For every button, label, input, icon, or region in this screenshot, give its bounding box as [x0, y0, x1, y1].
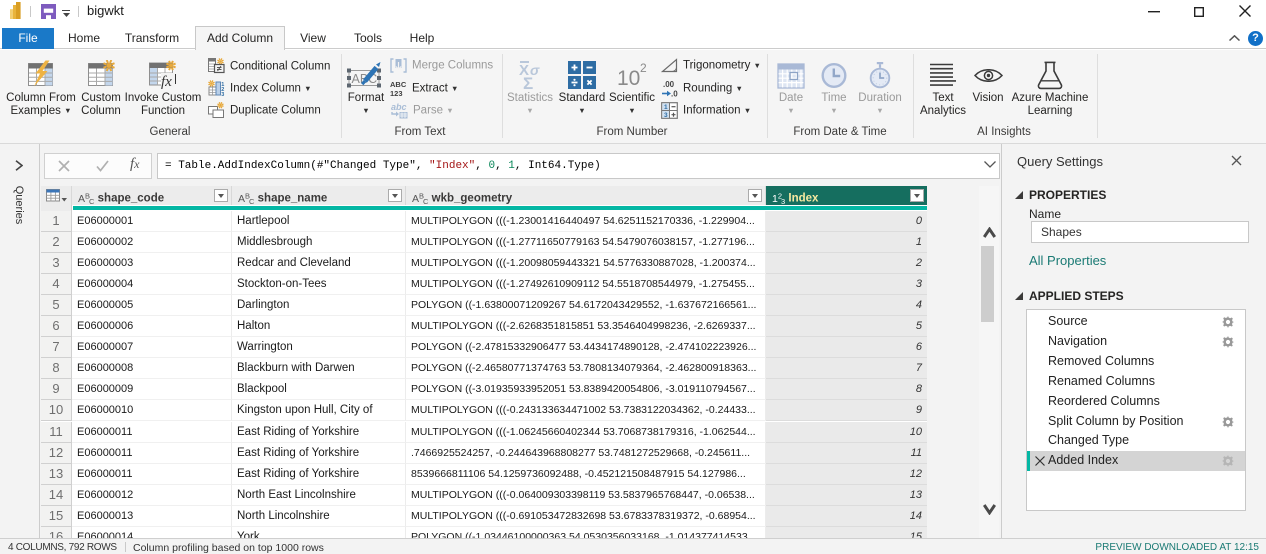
svg-text:.00: .00: [663, 80, 675, 89]
svg-text:10: 10: [617, 67, 640, 90]
svg-text:3: 3: [221, 92, 224, 97]
svg-text:123: 123: [390, 89, 403, 97]
svg-text:.0: .0: [671, 90, 678, 98]
svg-text:2: 2: [640, 61, 647, 75]
svg-text:3: 3: [664, 112, 668, 119]
svg-text:abc: abc: [391, 102, 407, 112]
svg-text:ABC: ABC: [390, 80, 407, 89]
svg-text:1: 1: [664, 104, 668, 111]
svg-text:fx: fx: [161, 74, 172, 90]
